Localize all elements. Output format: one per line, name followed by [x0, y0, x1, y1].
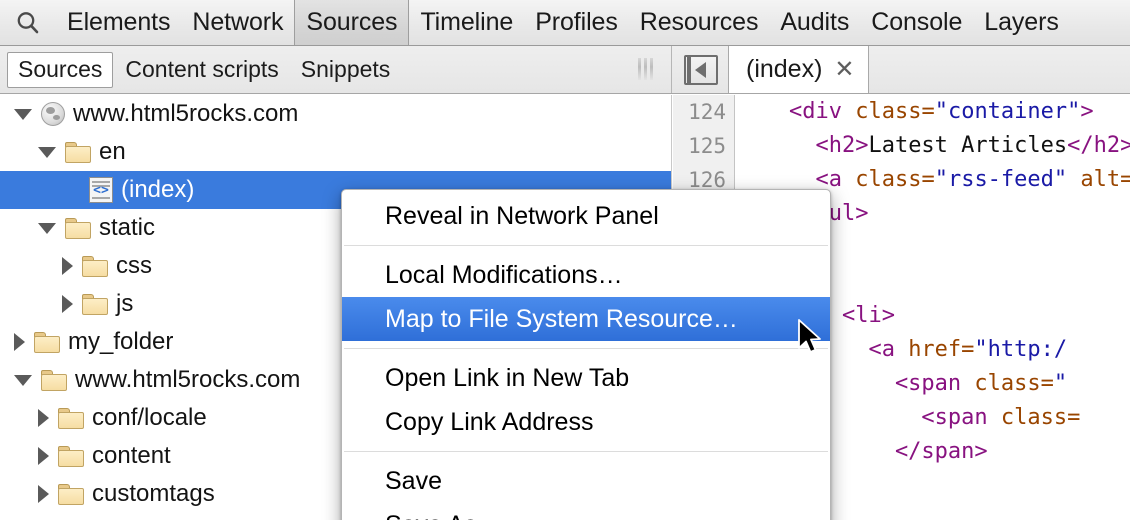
document-code-icon: <>	[89, 177, 113, 203]
panel-tab-timeline[interactable]: Timeline	[409, 0, 524, 45]
navigator-tab-strip: Sources Content scripts Snippets	[0, 46, 672, 93]
panel-tab-elements[interactable]: Elements	[56, 0, 181, 45]
menu-item-save-as[interactable]: Save As	[342, 503, 830, 520]
folder-icon	[34, 331, 60, 353]
tree-item-label: js	[116, 290, 134, 317]
editor-tab-strip: (index) ✕	[673, 46, 1130, 93]
chevron-down-icon[interactable]	[38, 222, 56, 234]
code-token: class=	[855, 167, 935, 192]
devtools-window: Elements Network Sources Timeline Profiles Re…	[0, 0, 1130, 520]
navigator-tab-sources[interactable]: Sources	[7, 51, 114, 88]
code-token: class=	[974, 371, 1054, 396]
tree-item-label: www.html5rocks.com	[73, 100, 299, 127]
panel-tab-sources[interactable]: Sources	[294, 0, 410, 45]
chevron-right-icon[interactable]	[62, 257, 73, 275]
tree-item-label: www.html5rocks.com	[75, 366, 301, 393]
code-token: alt=	[1067, 167, 1130, 192]
code-token: >	[1080, 99, 1094, 124]
code-token: class=	[855, 99, 935, 124]
editor-file-tab-label: (index)	[746, 55, 823, 83]
tree-item-en[interactable]: en	[0, 133, 671, 171]
navigator-tabs: Sources Content scripts Snippets	[0, 51, 401, 88]
folder-icon	[58, 445, 84, 467]
chevron-right-icon[interactable]	[38, 447, 49, 465]
menu-separator	[344, 348, 828, 349]
panel-tab-list: Elements Network Sources Timeline Profiles Re…	[56, 0, 1070, 45]
menu-separator	[344, 245, 828, 246]
navigator-and-editor-toolbar: Sources Content scripts Snippets (index) ✕	[0, 46, 1130, 94]
navigator-tab-snippets[interactable]: Snippets	[291, 53, 401, 87]
tree-item-label: static	[99, 214, 156, 241]
code-token: "	[1053, 371, 1068, 396]
menu-item-copy-link-address[interactable]: Copy Link Address	[342, 400, 830, 444]
menu-item-open-link-in-new-tab[interactable]: Open Link in New Tab	[342, 356, 830, 400]
devtools-panel-toolbar: Elements Network Sources Timeline Profiles Re…	[0, 0, 1130, 46]
folder-icon	[65, 141, 91, 163]
chevron-right-icon[interactable]	[62, 295, 73, 313]
code-token: Latest Articles	[868, 133, 1068, 158]
folder-icon	[58, 407, 84, 429]
panel-tab-profiles[interactable]: Profiles	[524, 0, 629, 45]
search-icon[interactable]	[0, 0, 56, 45]
code-line: <div class="container">	[736, 95, 1130, 129]
show-navigator-icon[interactable]	[684, 54, 718, 85]
code-token: href=	[908, 337, 975, 362]
folder-icon	[65, 217, 91, 239]
menu-item-map-to-file-system-resource[interactable]: Map to File System Resource…	[342, 297, 830, 341]
code-token: "http:/	[974, 337, 1068, 362]
menu-separator	[344, 451, 828, 452]
panel-tab-layers[interactable]: Layers	[973, 0, 1069, 45]
panel-tab-audits[interactable]: Audits	[769, 0, 860, 45]
code-token: "rss-feed"	[934, 167, 1068, 192]
code-token: class=	[1000, 405, 1081, 430]
folder-icon	[41, 369, 67, 391]
line-number: 125	[688, 134, 726, 158]
panel-tab-resources[interactable]: Resources	[629, 0, 770, 45]
menu-item-local-modifications[interactable]: Local Modifications…	[342, 253, 830, 297]
tree-item-label: en	[99, 138, 126, 165]
globe-icon	[41, 102, 65, 126]
panel-tab-console[interactable]: Console	[860, 0, 973, 45]
chevron-down-icon[interactable]	[14, 374, 32, 386]
folder-icon	[58, 483, 84, 505]
code-token: "container"	[934, 99, 1081, 124]
context-menu[interactable]: Reveal in Network Panel Local Modificatio…	[341, 189, 831, 520]
code-token: <div	[736, 99, 856, 124]
chevron-right-icon[interactable]	[38, 409, 49, 427]
menu-item-save[interactable]: Save	[342, 459, 830, 503]
code-token: </h2>	[1067, 133, 1130, 158]
tree-item-www-html5rocks-com[interactable]: www.html5rocks.com	[0, 95, 671, 133]
folder-icon	[82, 293, 108, 315]
chevron-down-icon[interactable]	[14, 108, 32, 120]
tree-item-label: my_folder	[68, 328, 174, 355]
navigator-tab-content-scripts[interactable]: Content scripts	[115, 53, 288, 87]
tree-item-label: (index)	[121, 176, 195, 203]
code-line: <h2>Latest Articles</h2>	[736, 129, 1130, 163]
panel-tab-network[interactable]: Network	[181, 0, 294, 45]
chevron-right-icon[interactable]	[38, 485, 49, 503]
code-token: <h2>	[736, 133, 869, 158]
tree-item-label: customtags	[92, 480, 215, 507]
drag-handle-icon[interactable]	[638, 58, 653, 80]
close-icon[interactable]: ✕	[834, 57, 854, 82]
line-number: 124	[688, 100, 726, 124]
folder-icon	[82, 255, 108, 277]
chevron-down-icon[interactable]	[38, 146, 56, 158]
tree-item-label: conf/locale	[92, 404, 207, 431]
tree-item-label: content	[92, 442, 171, 469]
editor-file-tab[interactable]: (index) ✕	[728, 46, 869, 93]
chevron-right-icon[interactable]	[14, 333, 25, 351]
menu-item-reveal-in-network-panel[interactable]: Reveal in Network Panel	[342, 194, 830, 238]
tree-item-label: css	[116, 252, 152, 279]
